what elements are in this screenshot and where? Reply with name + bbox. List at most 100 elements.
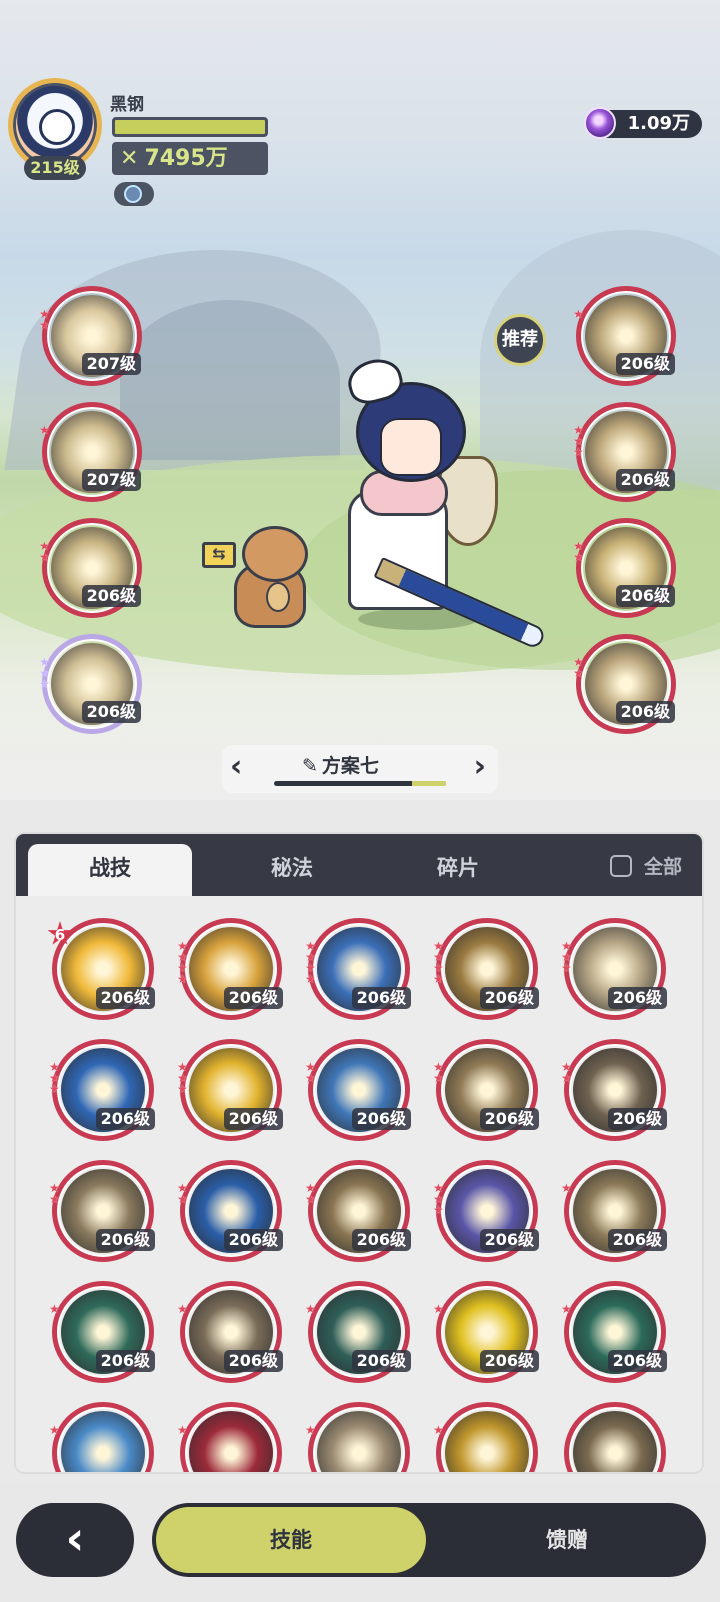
shield-icon bbox=[124, 185, 142, 203]
skills-mode-button[interactable]: 技能 bbox=[156, 1507, 426, 1573]
skill-grid-item[interactable]: ★ bbox=[305, 1402, 410, 1472]
skill-grid-item[interactable]: ★ ★ ★ 206级 bbox=[561, 918, 667, 1020]
skill-grid-item[interactable]: 6 206级 bbox=[47, 918, 155, 1020]
equipped-skill-left[interactable]: ★ 207级 bbox=[39, 402, 142, 502]
star-rating: ★ bbox=[561, 1302, 572, 1316]
back-button[interactable]: ‹ bbox=[16, 1503, 134, 1577]
skill-level: 207级 bbox=[81, 469, 141, 491]
star-rating: ★ ★ bbox=[573, 539, 584, 564]
pet-character[interactable] bbox=[222, 522, 322, 634]
checkbox-icon[interactable] bbox=[609, 855, 632, 877]
skill-grid-item[interactable]: ★ ★ ★ 206级 bbox=[433, 1160, 539, 1262]
equipped-skill-right[interactable]: ★ ★ 206级 bbox=[573, 518, 676, 618]
star-rating: ★ bbox=[305, 1423, 316, 1437]
equipped-skill-right[interactable]: ★ ★ ★ 206级 bbox=[573, 402, 676, 502]
skill-grid-item[interactable]: ★ ★ 206级 bbox=[305, 1039, 411, 1141]
star-rating: ★ ★ bbox=[573, 655, 584, 680]
guard-badge[interactable] bbox=[114, 182, 154, 206]
edit-pen-icon: ✎ bbox=[302, 755, 318, 777]
star-rating: ★ ★ bbox=[177, 1181, 188, 1206]
currency-display[interactable]: 1.09万 bbox=[584, 107, 702, 139]
skill-level: 206级 bbox=[351, 987, 411, 1009]
mode-switch: 技能 馈赠 bbox=[152, 1503, 706, 1577]
mountain-bg bbox=[120, 300, 340, 460]
skill-level: 206级 bbox=[351, 1108, 411, 1130]
skill-grid-item[interactable]: ★ 206级 bbox=[561, 1281, 667, 1383]
preset-prev-button[interactable]: ‹ bbox=[230, 751, 242, 783]
preset-name[interactable]: ✎ 方案七 bbox=[302, 751, 379, 778]
skill-level: 206级 bbox=[479, 987, 539, 1009]
skill-level: 206级 bbox=[615, 701, 675, 723]
star-rating: ★ ★ bbox=[305, 1181, 316, 1206]
equipped-skill-right[interactable]: ★ ★ 206级 bbox=[573, 634, 676, 734]
star-rating: ★ ★ ★ bbox=[573, 423, 584, 459]
skill-grid-item[interactable]: ★ ★ 206级 bbox=[49, 1160, 155, 1262]
skill-level: 206级 bbox=[351, 1229, 411, 1251]
skill-grid-item[interactable]: ★ ★ ★ ★ 206级 bbox=[305, 918, 411, 1020]
currency-amount: 1.09万 bbox=[627, 113, 690, 134]
skill-level: 206级 bbox=[95, 1108, 155, 1130]
skill-level: 206级 bbox=[615, 469, 675, 491]
equipped-skill-left[interactable]: ★ ★ 206级 bbox=[39, 518, 142, 618]
skill-grid-item[interactable]: ★ bbox=[49, 1402, 154, 1472]
preset-progress-track bbox=[274, 781, 446, 786]
star-rating: ★ ★ ★ bbox=[39, 655, 50, 691]
star-rating: ★ ★ bbox=[49, 1181, 60, 1206]
star-rating: ★ bbox=[561, 1181, 572, 1195]
skill-grid-item[interactable]: ★ bbox=[433, 1402, 538, 1472]
skill-grid-item[interactable]: ★ ★ ★ ★ 206级 bbox=[433, 918, 539, 1020]
skill-level: 206级 bbox=[615, 585, 675, 607]
player-level-badge: 215级 bbox=[24, 156, 86, 180]
show-all-toggle[interactable]: 全部 bbox=[609, 854, 682, 880]
skill-grid-item[interactable]: ★ ★ 206级 bbox=[433, 1039, 539, 1141]
star-rating: ★ ★ bbox=[39, 307, 50, 332]
star-rating: ★ ★ bbox=[433, 1060, 444, 1085]
tab-fragments[interactable]: 碎片 bbox=[376, 844, 540, 896]
star-rating: ★ ★ bbox=[39, 539, 50, 564]
bottom-bar: ‹ 技能 馈赠 bbox=[0, 1482, 720, 1602]
chevron-left-icon: ‹ bbox=[65, 1511, 85, 1565]
skill-grid-item[interactable]: ★ 206级 bbox=[433, 1281, 539, 1383]
star-rating: ★ bbox=[49, 1423, 60, 1437]
skill-level: 206级 bbox=[95, 1350, 155, 1372]
skill-level: 206级 bbox=[479, 1108, 539, 1130]
star-rating: ★ bbox=[177, 1302, 188, 1316]
skill-grid-item[interactable]: ★ ★ ★ 206级 bbox=[177, 1039, 283, 1141]
skill-level: 206级 bbox=[95, 1229, 155, 1251]
equipped-skill-left[interactable]: ★ ★ ★ 206级 bbox=[39, 634, 142, 734]
skill-grid-item[interactable]: ★ 206级 bbox=[305, 1281, 411, 1383]
skill-grid-item[interactable]: ★ ★ 206级 bbox=[305, 1160, 411, 1262]
star-rating: ★ ★ bbox=[305, 1060, 316, 1085]
equipped-skill-left[interactable]: ★ ★ 207级 bbox=[39, 286, 142, 386]
skill-level: 206级 bbox=[81, 701, 141, 723]
tab-skills[interactable]: 战技 bbox=[28, 844, 192, 896]
preset-selector: ‹ ✎ 方案七 › bbox=[222, 745, 498, 793]
skill-grid-item[interactable]: ★ 206级 bbox=[177, 1281, 283, 1383]
player-name: 黑钢 bbox=[110, 95, 144, 115]
skill-level: 206级 bbox=[223, 987, 283, 1009]
skill-level: 206级 bbox=[223, 1108, 283, 1130]
skill-grid-item[interactable]: ★ ★ 206级 bbox=[561, 1039, 667, 1141]
skill-level: 206级 bbox=[479, 1229, 539, 1251]
skill-grid: 6 206级 ★ ★ ★ ★ 206级 ★ ★ ★ ★ 206级 ★ ★ ★ ★ 206级 ★ ★ ★ 206级 ★ ★ ★ 2… bbox=[16, 896, 702, 1472]
tab-secret[interactable]: 秘法 bbox=[210, 844, 374, 896]
gift-mode-button[interactable]: 馈赠 bbox=[432, 1507, 702, 1573]
skill-tabs: 战技 秘法 碎片 全部 bbox=[16, 834, 702, 896]
skill-grid-item[interactable]: ★ bbox=[177, 1402, 282, 1472]
skill-level: 206级 bbox=[81, 585, 141, 607]
skill-grid-item[interactable]: ★ ★ ★ ★ 206级 bbox=[177, 918, 283, 1020]
skill-grid-item[interactable]: ★ ★ 206级 bbox=[177, 1160, 283, 1262]
purple-gem-icon bbox=[584, 107, 616, 139]
preset-next-button[interactable]: › bbox=[474, 751, 486, 783]
hero-character bbox=[318, 353, 548, 651]
skill-grid-item[interactable]: ★ ★ ★ 206级 bbox=[49, 1039, 155, 1141]
skill-grid-item[interactable]: ★ 206级 bbox=[561, 1160, 667, 1262]
skill-grid-item[interactable] bbox=[564, 1402, 666, 1472]
star-rating: ★ ★ ★ ★ bbox=[433, 939, 444, 986]
skill-art-icon bbox=[189, 1411, 273, 1472]
equipped-skill-right[interactable]: ★ 206级 bbox=[573, 286, 676, 386]
star-rating: ★ ★ ★ bbox=[433, 1181, 444, 1217]
skill-grid-item[interactable]: ★ 206级 bbox=[49, 1281, 155, 1383]
recommend-button[interactable]: 推荐 bbox=[494, 314, 546, 366]
skill-level: 207级 bbox=[81, 353, 141, 375]
